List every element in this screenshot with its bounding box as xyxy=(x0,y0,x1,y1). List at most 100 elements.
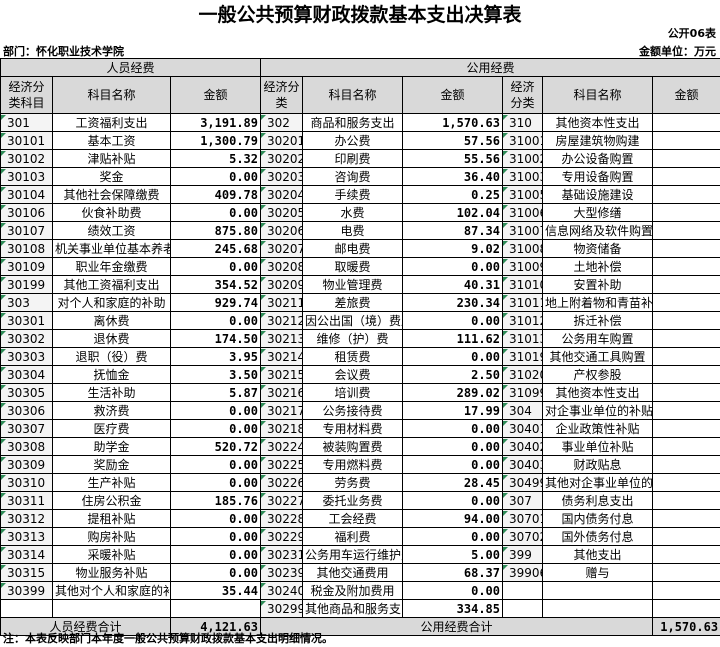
amount-cell xyxy=(651,545,720,564)
amount-cell: 230.34 xyxy=(402,293,503,312)
econ-code-cell: 30702 xyxy=(502,527,543,546)
subject-name-cell: 国内债务付息 xyxy=(542,509,653,528)
econ-code-cell: 30103 xyxy=(0,167,53,186)
subject-name-cell: 事业单位补贴 xyxy=(542,437,653,456)
subject-name-cell: 提租补贴 xyxy=(52,509,171,528)
econ-code-cell: 31007 xyxy=(502,221,543,240)
table-row: 30109职业年金缴费0.0030208取暖费0.0031009土地补偿 xyxy=(0,257,720,276)
amount-cell xyxy=(651,311,720,330)
amount-cell: 5.87 xyxy=(170,383,261,402)
subject-name-cell: 退休费 xyxy=(52,329,171,348)
econ-code-cell: 31012 xyxy=(502,311,543,330)
econ-code-cell: 30101 xyxy=(0,131,53,150)
subject-name-cell: 工资福利支出 xyxy=(52,113,171,132)
econ-code-cell: 30312 xyxy=(0,509,53,528)
subject-name-cell: 电费 xyxy=(302,221,403,240)
amount-cell xyxy=(651,581,720,600)
econ-code-cell: 30306 xyxy=(0,401,53,420)
amount-cell xyxy=(651,563,720,582)
econ-code-cell: 30102 xyxy=(0,149,53,168)
econ-code-cell: 31006 xyxy=(502,203,543,222)
subject-name-cell: 专用设备购置 xyxy=(542,167,653,186)
table-row: 30301离休费0.0030212因公出国（境）费用0.0031012拆迁补偿 xyxy=(0,311,720,330)
table-row: 30299 其他商品和服务支出 334.85 xyxy=(0,599,720,618)
subject-name-cell: 对企事业单位的补贴 xyxy=(542,401,653,420)
amount-cell xyxy=(651,293,720,312)
econ-code-cell: 399 xyxy=(502,545,543,564)
econ-code-cell: 30213 xyxy=(260,329,303,348)
subject-name-cell: 奖励金 xyxy=(52,455,171,474)
subject-name-cell: 其他交通费用 xyxy=(302,563,403,582)
subject-name-cell: 租赁费 xyxy=(302,347,403,366)
econ-code-cell: 31003 xyxy=(502,167,543,186)
econ-code-cell: 30211 xyxy=(260,293,303,312)
subject-name-cell: 委托业务费 xyxy=(302,491,403,510)
econ-code-cell: 30209 xyxy=(260,275,303,294)
econ-code-cell: 30106 xyxy=(0,203,53,222)
econ-code-cell: 30239 xyxy=(260,563,303,582)
amount-cell xyxy=(651,131,720,150)
amount-cell xyxy=(651,401,720,420)
subject-name-cell: 企业政策性补贴 xyxy=(542,419,653,438)
subject-name-cell: 公务接待费 xyxy=(302,401,403,420)
econ-code-cell: 30401 xyxy=(502,419,543,438)
subject-name-cell: 公务用车购置 xyxy=(542,329,653,348)
econ-code-cell: 30308 xyxy=(0,437,53,456)
table-row: 30314 采暖补贴 0.00 30231 公务用车运行维护费 5.00 399 其他支出 xyxy=(0,545,720,564)
amount-cell: 102.04 xyxy=(402,203,503,222)
econ-code-cell: 30499 xyxy=(502,473,543,492)
col-amount: 金额 xyxy=(170,76,261,114)
econ-code-cell: 30107 xyxy=(0,221,53,240)
subject-name-cell: 债务利息支出 xyxy=(542,491,653,510)
table-row: 30399其他对个人和家庭的补助支出35.4430240税金及附加费用0.00 xyxy=(0,581,720,600)
subject-name-cell: 被装购置费 xyxy=(302,437,403,456)
subject-name-cell: 地上附着物和青苗补偿 xyxy=(542,293,653,312)
amount-cell: 875.80 xyxy=(170,221,261,240)
table-row: 30101基本工资1,300.7930201办公费57.5631001房屋建筑物… xyxy=(0,131,720,150)
econ-code-cell: 304 xyxy=(502,401,543,420)
econ-code-cell: 30226 xyxy=(260,473,303,492)
subject-name-cell: 其他交通工具购置 xyxy=(542,347,653,366)
subject-name-cell: 办公设备购置 xyxy=(542,149,653,168)
amount-cell xyxy=(651,113,720,132)
table-row: 30104其他社会保障缴费409.7830204手续费0.2531005基础设施… xyxy=(0,185,720,204)
subject-name-cell: 福利费 xyxy=(302,527,403,546)
subject-name-cell: 其他社会保障缴费 xyxy=(52,185,171,204)
col-subject: 科目名称 xyxy=(302,76,403,114)
amount-cell: 0.00 xyxy=(170,509,261,528)
subject-name-cell: 其他对个人和家庭的补助支出 xyxy=(52,581,171,600)
econ-code-cell: 30701 xyxy=(502,509,543,528)
econ-code-cell: 301 xyxy=(0,113,53,132)
amount-cell: 2.50 xyxy=(402,365,503,384)
amount-cell xyxy=(651,239,720,258)
econ-code-cell: 30201 xyxy=(260,131,303,150)
econ-code-cell: 30214 xyxy=(260,347,303,366)
amount-cell: 9.02 xyxy=(402,239,503,258)
econ-code-cell: 31011 xyxy=(502,293,543,312)
amount-cell: 1,570.63 xyxy=(402,113,503,132)
subject-name-cell: 其他资本性支出 xyxy=(542,383,653,402)
amount-cell: 0.00 xyxy=(402,311,503,330)
econ-code-cell: 31010 xyxy=(502,275,543,294)
amount-cell: 185.76 xyxy=(170,491,261,510)
col-subject: 科目名称 xyxy=(52,76,171,114)
amount-cell: 36.40 xyxy=(402,167,503,186)
subject-name-cell: 印刷费 xyxy=(302,149,403,168)
amount-cell: 17.99 xyxy=(402,401,503,420)
amount-cell xyxy=(651,419,720,438)
amount-cell xyxy=(651,347,720,366)
econ-code-cell: 31019 xyxy=(502,347,543,366)
econ-code-cell: 30403 xyxy=(502,455,543,474)
subject-name-cell xyxy=(542,581,653,600)
subject-name-cell: 产权参股 xyxy=(542,365,653,384)
amount-cell: 0.00 xyxy=(170,167,261,186)
subject-name-cell xyxy=(542,599,653,618)
econ-code-cell: 30204 xyxy=(260,185,303,204)
subject-name-cell: 住房公积金 xyxy=(52,491,171,510)
subject-name-cell: 劳务费 xyxy=(302,473,403,492)
amount-cell xyxy=(170,599,261,618)
subject-name-cell: 奖金 xyxy=(52,167,171,186)
amount-cell xyxy=(651,329,720,348)
econ-code-cell: 31005 xyxy=(502,185,543,204)
econ-code-cell: 30307 xyxy=(0,419,53,438)
